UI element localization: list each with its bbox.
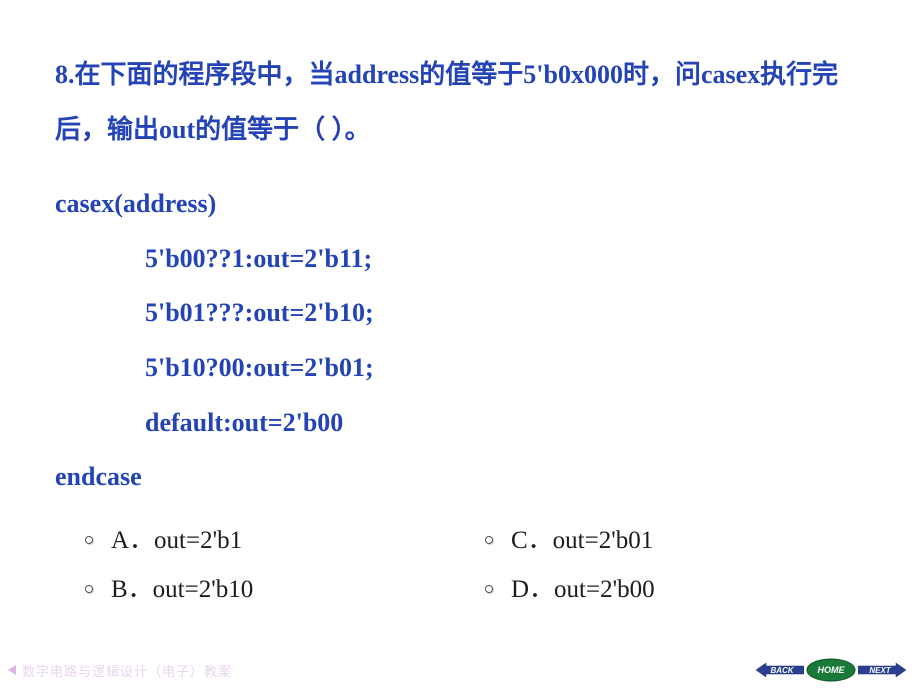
option-b: B．out=2'b10 — [85, 572, 465, 607]
slide-content: 8.在下面的程序段中，当address的值等于5'b0x000时，问casex执… — [0, 0, 920, 607]
back-button[interactable]: BACK — [756, 661, 804, 679]
arrow-left-icon — [8, 665, 16, 675]
svg-text:NEXT: NEXT — [869, 666, 891, 675]
code-line-3: 5'b01???:out=2'b10; — [55, 286, 865, 341]
footer-text: 数字电路与逻辑设计（电子）教案 — [22, 661, 232, 680]
option-d-text: D．out=2'b00 — [511, 572, 655, 607]
code-line-1: casex(address) — [55, 177, 865, 232]
option-c: C．out=2'b01 — [485, 523, 865, 558]
bullet-icon — [85, 585, 93, 593]
option-c-text: C．out=2'b01 — [511, 523, 653, 558]
bullet-icon — [485, 536, 493, 544]
question-text: 8.在下面的程序段中，当address的值等于5'b0x000时，问casex执… — [55, 48, 865, 157]
option-a-text: A．out=2'b1 — [111, 523, 242, 558]
footer-left: 数字电路与逻辑设计（电子）教案 — [8, 661, 232, 680]
footer: 数字电路与逻辑设计（电子）教案 BACK HOME NEXT — [0, 658, 920, 690]
code-line-6: endcase — [55, 450, 865, 505]
code-line-4: 5'b10?00:out=2'b01; — [55, 341, 865, 396]
options-grid: A．out=2'b1 C．out=2'b01 B．out=2'b10 D．out… — [55, 523, 865, 607]
option-b-text: B．out=2'b10 — [111, 572, 253, 607]
bullet-icon — [485, 585, 493, 593]
option-d: D．out=2'b00 — [485, 572, 865, 607]
code-line-2: 5'b00??1:out=2'b11; — [55, 232, 865, 287]
svg-text:BACK: BACK — [770, 666, 794, 675]
option-a: A．out=2'b1 — [85, 523, 465, 558]
home-button[interactable]: HOME — [806, 658, 856, 682]
bullet-icon — [85, 536, 93, 544]
code-line-5: default:out=2'b00 — [55, 396, 865, 451]
question-body: 在下面的程序段中，当address的值等于5'b0x000时，问casex执行完… — [55, 60, 838, 144]
question-number: 8. — [55, 60, 75, 89]
nav-buttons: BACK HOME NEXT — [756, 658, 906, 682]
svg-text:HOME: HOME — [818, 665, 846, 675]
next-button[interactable]: NEXT — [858, 661, 906, 679]
